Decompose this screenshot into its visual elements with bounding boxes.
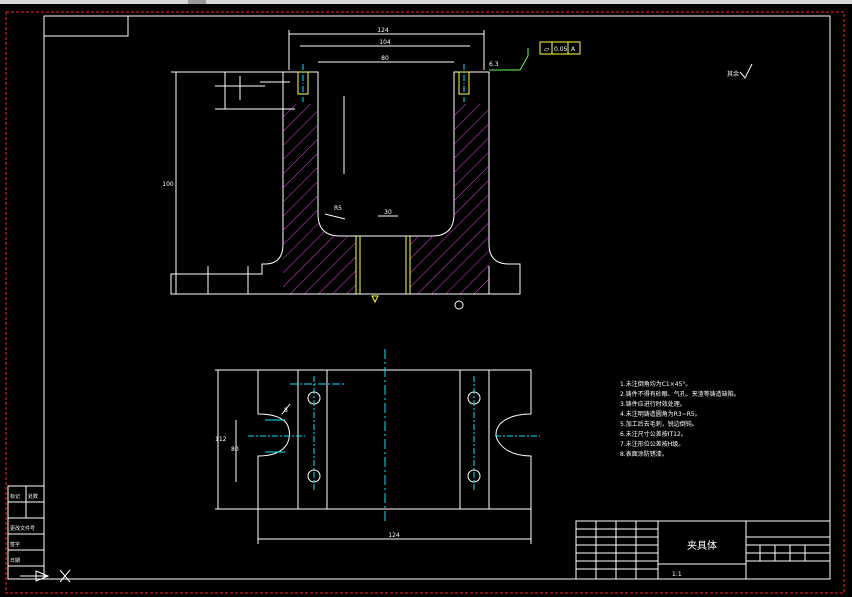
cad-drawing-canvas[interactable]: 124 104 80 100 30 R5 6.3 ▱ 0.05 A 其余 112…: [0, 4, 852, 597]
drawing-svg: 124 104 80 100 30 R5 6.3 ▱ 0.05 A 其余 112…: [5, 11, 845, 594]
tech-note-6: 6.未注尺寸公差按IT12。: [620, 430, 687, 438]
tech-note-4: 4.未注明铸造圆角为R3~R5。: [620, 410, 701, 418]
drawing-code-box: [43, 15, 129, 37]
sheet-frame-red: [5, 11, 845, 594]
dim-flat-mark: 6.3: [489, 61, 499, 68]
ucs-icon: [20, 569, 71, 583]
dim-bottom-slot: 30: [384, 209, 392, 216]
left-table-label-3: 更改文件号: [10, 525, 35, 532]
tech-notes: 1.未注倒角均为C1×45°。 2.铸件不得有砂眼、气孔、夹渣等铸造缺陷。 3.…: [620, 380, 740, 458]
tolerance-datum: A: [571, 46, 576, 53]
dim-width-inner: 104: [379, 39, 391, 46]
left-table-label-5: 日期: [10, 558, 20, 564]
dim-plan-inner: 80: [231, 446, 239, 453]
left-table-label-4: 签字: [10, 541, 20, 548]
tech-note-5: 5.加工后去毛刺，锐边倒钝。: [620, 420, 698, 428]
dim-plan-length: 124: [388, 532, 400, 539]
dim-slot: 80: [381, 55, 389, 62]
dim-plan-width: 112: [215, 436, 227, 443]
dim-width-top: 124: [377, 27, 389, 34]
scale-label: 1:1: [672, 571, 682, 578]
plan-view: [215, 349, 540, 544]
tech-note-7: 7.未注形位公差按H级。: [620, 440, 684, 448]
drawing-title: 夹具体: [687, 539, 717, 552]
dim-radius: R5: [334, 205, 342, 212]
tolerance-symbol: ▱: [544, 45, 550, 53]
roughness-note: 其余: [727, 70, 739, 78]
tech-note-3: 3.铸件应进行时效处理。: [620, 400, 686, 408]
tech-note-1: 1.未注倒角均为C1×45°。: [620, 380, 691, 388]
dim-height: 100: [162, 181, 174, 188]
dim-plan-hole: 8: [284, 407, 288, 414]
front-section-view: [170, 30, 753, 310]
tech-note-8: 8.表面涂防锈漆。: [620, 450, 668, 458]
drawing-border: [43, 15, 831, 580]
tolerance-value: 0.05: [554, 46, 568, 53]
tech-note-2: 2.铸件不得有砂眼、气孔、夹渣等铸造缺陷。: [620, 390, 740, 398]
left-table-label-1: 标记: [10, 493, 20, 500]
left-table-label-2: 处数: [28, 493, 38, 500]
